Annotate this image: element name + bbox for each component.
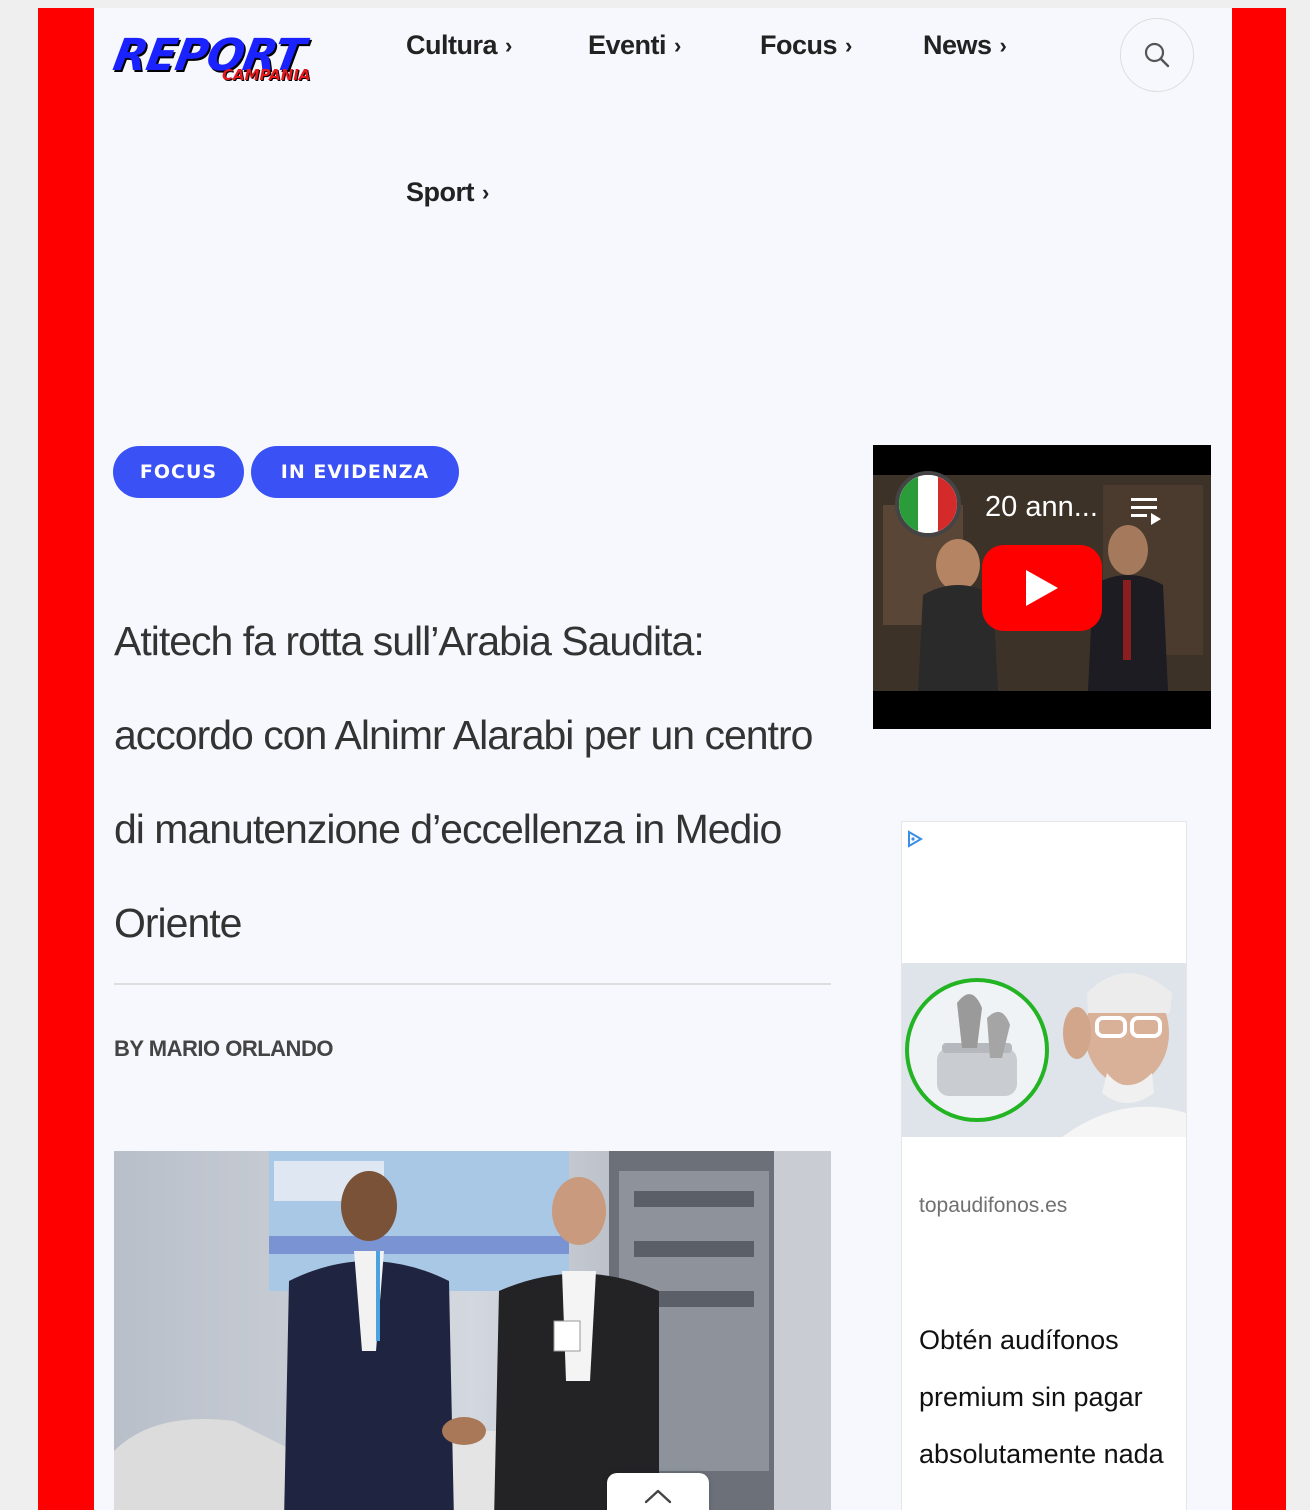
handshake-photo: [114, 1151, 831, 1510]
nav-item-label: News: [923, 30, 992, 60]
nav-item-cultura[interactable]: Cultura ›: [406, 30, 512, 61]
nav-item-label: Sport: [406, 177, 475, 207]
video-title[interactable]: 20 ann...: [985, 491, 1098, 524]
nav-item-label: Focus: [760, 30, 838, 60]
chevron-right-icon: ›: [505, 32, 512, 58]
title-divider: [114, 983, 831, 985]
tag-in-evidenza[interactable]: IN EVIDENZA: [251, 446, 459, 498]
article-image: [114, 1151, 831, 1510]
byline: BY MARIO ORLANDO: [114, 1036, 333, 1062]
channel-avatar[interactable]: [895, 471, 961, 537]
left-red-frame: [38, 8, 94, 1510]
author-link[interactable]: MARIO ORLANDO: [149, 1036, 334, 1061]
right-red-frame: [1232, 8, 1286, 1510]
advertisement[interactable]: topaudifonos.es Obtén audífonos premium …: [901, 821, 1187, 1510]
nav-item-label: Cultura: [406, 30, 498, 60]
logo-sub-text: CAMPANIA: [222, 66, 311, 84]
ad-image[interactable]: [902, 963, 1186, 1137]
main-content: REPORT CAMPANIA Cultura › Eventi › Focus…: [94, 8, 1232, 1510]
play-icon: [1026, 570, 1058, 606]
nav-item-news[interactable]: News ›: [923, 30, 1007, 61]
chevron-up-icon: [644, 1489, 672, 1504]
site-logo[interactable]: REPORT CAMPANIA: [110, 30, 329, 96]
article-title: Atitech fa rotta sull’Arabia Saudita: ac…: [114, 618, 813, 946]
chevron-right-icon: ›: [674, 32, 681, 58]
chevron-right-icon: ›: [845, 32, 852, 58]
nav-item-focus[interactable]: Focus ›: [760, 30, 852, 61]
search-icon: [1144, 42, 1170, 68]
chevron-right-icon: ›: [999, 32, 1007, 58]
nav-item-label: Eventi: [588, 30, 667, 60]
play-button[interactable]: [982, 545, 1102, 631]
chevron-right-icon: ›: [482, 179, 489, 205]
youtube-embed[interactable]: 20 ann...: [873, 445, 1211, 729]
ad-domain[interactable]: topaudifonos.es: [919, 1194, 1067, 1218]
nav-item-sport[interactable]: Sport ›: [406, 177, 489, 208]
ad-choices-icon[interactable]: [906, 830, 924, 848]
ad-headline[interactable]: Obtén audífonos premium sin pagar absolu…: [919, 1312, 1169, 1483]
scroll-to-top-button[interactable]: [607, 1473, 709, 1510]
tag-focus[interactable]: FOCUS: [113, 446, 244, 498]
playlist-icon[interactable]: [1131, 496, 1165, 526]
search-button[interactable]: [1120, 18, 1194, 92]
byline-prefix: BY: [114, 1036, 144, 1061]
nav-item-eventi[interactable]: Eventi ›: [588, 30, 681, 61]
hearing-aid-image: [902, 963, 1186, 1137]
